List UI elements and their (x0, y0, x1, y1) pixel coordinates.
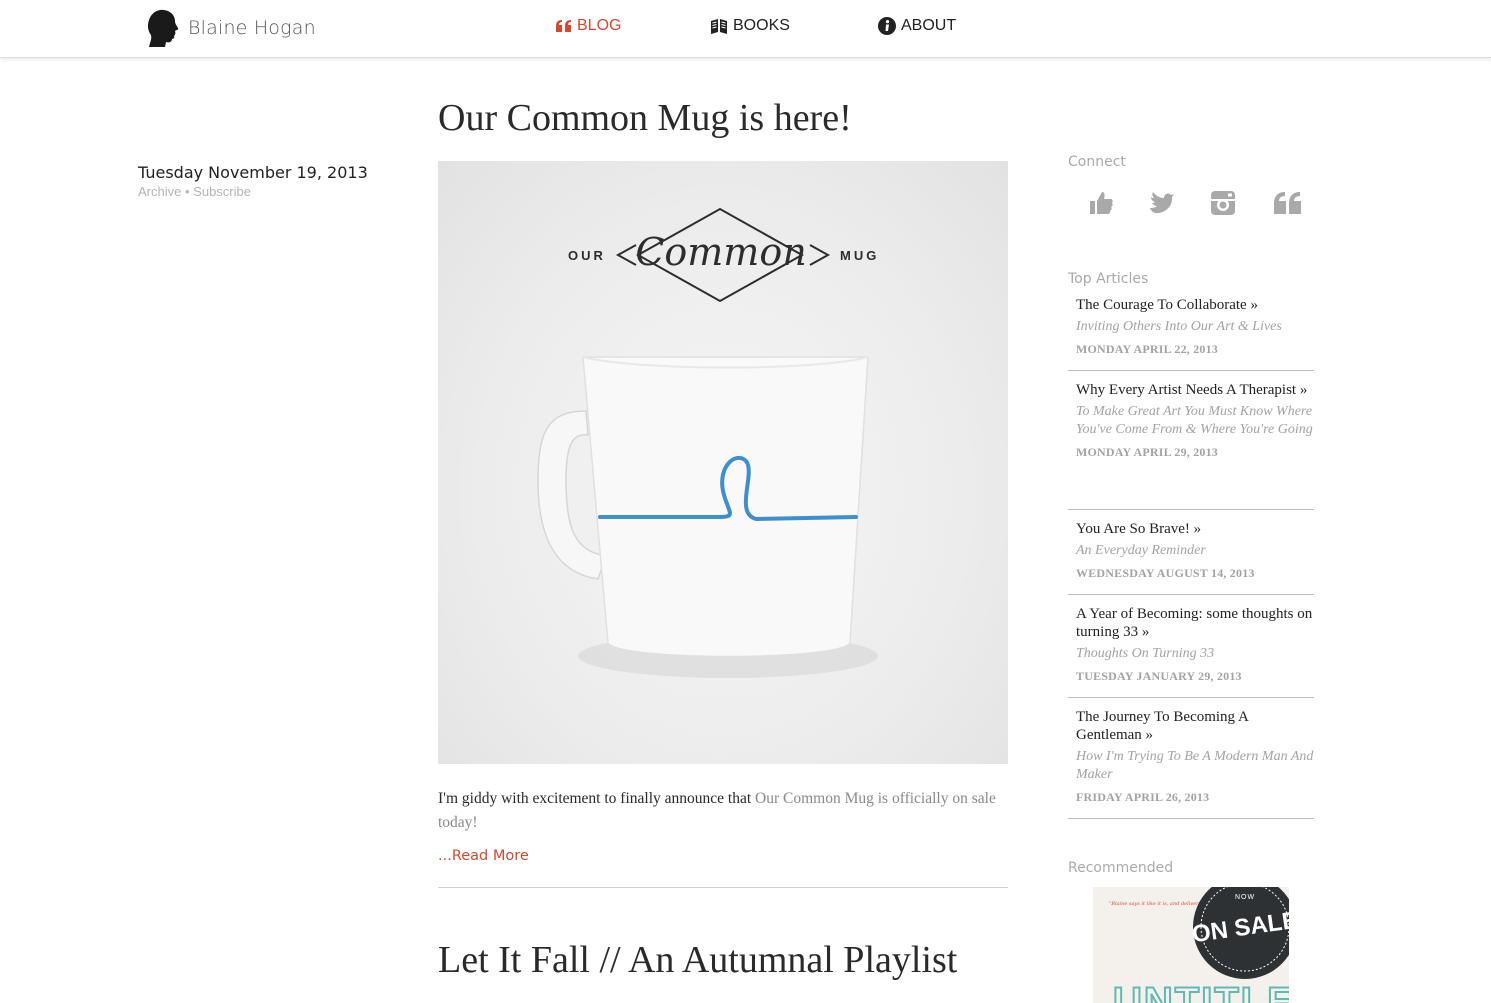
archive-link[interactable]: Archive (138, 184, 181, 199)
article-title[interactable]: Why Every Artist Needs A Therapist » (1068, 381, 1314, 399)
instagram-icon[interactable] (1209, 189, 1237, 217)
quote-icon (556, 20, 572, 32)
top-article-item[interactable]: The Courage To Collaborate » Inviting Ot… (1068, 296, 1314, 371)
meta-separator: • (184, 184, 190, 199)
article-subtitle: An Everyday Reminder (1076, 543, 1206, 558)
article-title[interactable]: The Journey To Becoming A Gentleman » (1068, 708, 1314, 744)
nav-about[interactable]: ABOUT (878, 17, 956, 35)
connect-heading: Connect (1068, 154, 1126, 170)
article-date: WEDNESDAY AUGUST 14, 2013 (1076, 566, 1255, 580)
top-navigation-bar: Blaine Hogan BLOG BOOKS ABOUT (0, 0, 1491, 58)
post-date: Tuesday November 19, 2013 (138, 163, 368, 182)
quote-social-icon[interactable] (1274, 189, 1302, 217)
post-title[interactable]: Our Common Mug is here! (438, 96, 852, 140)
logo-center-word: Common (635, 230, 806, 274)
recommended-book-cover[interactable]: "Blaine says it like it is, and delivers… (1093, 887, 1289, 1003)
nav-about-label: ABOUT (901, 17, 957, 34)
nav-blog-label: BLOG (577, 17, 622, 34)
logo-left-word: OUR (568, 248, 606, 263)
article-date: FRIDAY APRIL 26, 2013 (1076, 790, 1210, 804)
article-subtitle: To Make Great Art You Must Know Where Yo… (1076, 404, 1313, 437)
article-date: MONDAY APRIL 29, 2013 (1076, 445, 1218, 459)
info-icon (878, 17, 896, 35)
post-excerpt-text: I'm giddy with excitement to finally ann… (438, 790, 756, 807)
top-articles-heading: Top Articles (1068, 271, 1149, 287)
logo-right-word: MUG (840, 248, 879, 263)
article-date: TUESDAY JANUARY 29, 2013 (1076, 669, 1242, 683)
site-name: Blaine Hogan (188, 17, 316, 39)
recommended-heading: Recommended (1068, 860, 1174, 876)
article-subtitle: Inviting Others Into Our Art & Lives (1076, 319, 1282, 334)
next-post-title[interactable]: Let It Fall // An Autumnal Playlist (438, 938, 957, 982)
book-cover-art: "Blaine says it like it is, and delivers… (1109, 887, 1289, 1003)
read-more-link[interactable]: ...Read More (438, 848, 529, 864)
thumbs-up-icon[interactable] (1087, 189, 1115, 217)
top-article-item[interactable]: The Journey To Becoming A Gentleman » Ho… (1068, 708, 1314, 819)
article-title[interactable]: A Year of Becoming: some thoughts on tur… (1068, 605, 1314, 641)
subscribe-link[interactable]: Subscribe (193, 184, 251, 199)
article-title[interactable]: You Are So Brave! » (1068, 520, 1314, 538)
post-hero-image[interactable]: OUR MUG Common (438, 161, 1008, 764)
book-icon (710, 18, 728, 34)
post-excerpt: I'm giddy with excitement to finally ann… (438, 787, 1013, 835)
nav-books[interactable]: BOOKS (710, 17, 790, 35)
badge-now: NOW (1235, 894, 1255, 901)
site-brand-link[interactable]: Blaine Hogan (146, 9, 316, 47)
article-subtitle: Thoughts On Turning 33 (1076, 646, 1215, 661)
book-title-fragment: UNTITLED (1113, 980, 1289, 1003)
article-title[interactable]: The Courage To Collaborate » (1068, 296, 1314, 314)
post-divider (438, 887, 1008, 888)
nav-books-label: BOOKS (733, 17, 790, 34)
top-article-item[interactable]: Why Every Artist Needs A Therapist » To … (1068, 381, 1314, 510)
nav-blog[interactable]: BLOG (556, 17, 621, 35)
article-date: MONDAY APRIL 22, 2013 (1076, 342, 1218, 356)
twitter-bird-icon[interactable] (1147, 189, 1175, 217)
top-article-item[interactable]: A Year of Becoming: some thoughts on tur… (1068, 605, 1314, 698)
article-subtitle: How I'm Trying To Be A Modern Man And Ma… (1076, 749, 1314, 782)
mug-illustration: OUR MUG Common (537, 207, 879, 678)
silhouette-logo-icon (147, 9, 179, 47)
post-meta-links: Archive • Subscribe (138, 184, 251, 199)
top-article-item[interactable]: You Are So Brave! » An Everyday Reminder… (1068, 520, 1314, 595)
